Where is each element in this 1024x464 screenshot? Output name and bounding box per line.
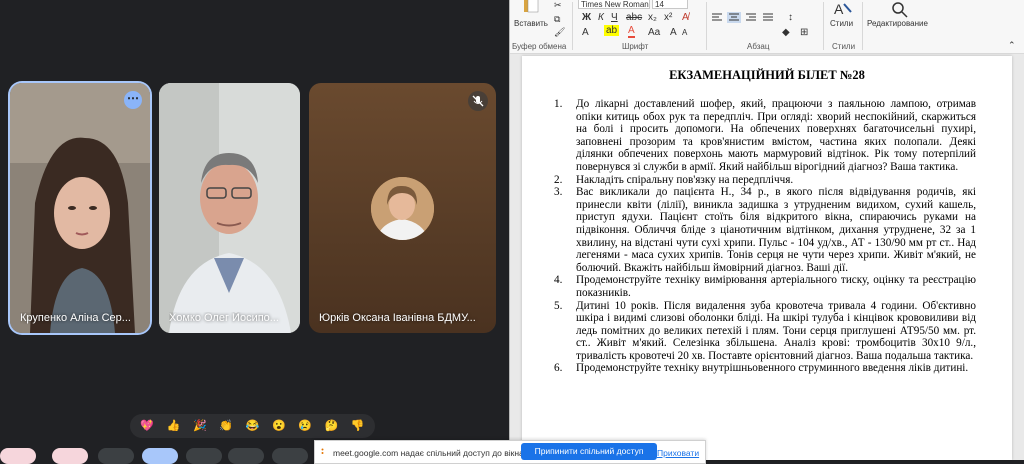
italic-icon[interactable]: К	[598, 12, 604, 23]
item-number: 6.	[554, 362, 563, 375]
share-status-text: meet.google.com надає спільний доступ до…	[333, 448, 527, 458]
participant-name: Хомко Олег Йосипо...	[169, 312, 279, 324]
styles-group-label: Стили	[832, 42, 856, 51]
participant-video	[10, 83, 150, 333]
reactions-bar: 💖 👍 🎉 👏 😂 😮 😢 🤔 👎	[130, 414, 375, 438]
highlight-icon[interactable]: ab	[604, 25, 620, 36]
reaction-laugh-icon[interactable]: 😂	[244, 418, 260, 434]
reaction-thumbs-down-icon[interactable]: 👎	[350, 418, 366, 434]
question-item: 6. Продемонструйте техніку внутрішньовенн…	[554, 362, 976, 375]
reaction-sad-icon[interactable]: 😢	[297, 418, 313, 434]
separator	[823, 2, 824, 50]
document-area: ЕКЗАМЕНАЦІЙНИЙ БІЛЕТ №28 1. До лікарні до…	[510, 54, 1024, 460]
question-list: 1. До лікарні доставлений шофер, який, пр…	[554, 98, 976, 375]
control-button[interactable]	[272, 448, 308, 464]
control-button[interactable]	[98, 448, 134, 464]
item-text: Вас викликали до пацієнта Н., 34 р., в я…	[576, 186, 976, 274]
stop-sharing-button[interactable]: Припинити спільний доступ	[521, 443, 657, 460]
line-spacing-icon[interactable]: ↕	[788, 12, 793, 23]
font-group-label: Шрифт	[622, 42, 649, 51]
clear-format-icon[interactable]: A̸	[682, 12, 689, 23]
font-name-field[interactable]: Times New Roman	[578, 0, 650, 9]
format-painter-icon[interactable]: 🖌	[554, 27, 565, 38]
svg-text:A: A	[834, 1, 844, 17]
mic-muted-icon	[468, 91, 488, 111]
styles-button[interactable]: Стили	[830, 19, 853, 28]
participant-tile[interactable]: Хомко Олег Йосипо...	[159, 83, 300, 333]
strikethrough-icon[interactable]: abc	[626, 12, 642, 23]
reaction-clap-icon[interactable]: 👏	[218, 418, 234, 434]
meet-panel: ⋯ Крупенко Аліна Сер... Хомко Олег Йосип…	[0, 0, 509, 464]
hide-button[interactable]: Приховати	[657, 448, 699, 458]
control-button[interactable]	[52, 448, 88, 464]
reaction-heart-icon[interactable]: 💖	[139, 418, 155, 434]
clipboard-group-label: Буфер обмена	[512, 42, 567, 51]
font-size-field[interactable]: 14	[652, 0, 688, 9]
separator	[862, 2, 863, 50]
change-case-icon[interactable]: Aa	[648, 27, 660, 38]
item-number: 5.	[554, 299, 563, 312]
item-text: До лікарні доставлений шофер, який, прац…	[576, 98, 976, 173]
item-number: 4.	[554, 274, 563, 287]
participant-tile[interactable]: Юрків Оксана Іванівна БДМУ...	[309, 83, 496, 333]
find-icon[interactable]	[890, 0, 910, 18]
subscript-icon[interactable]: x₂	[648, 12, 657, 23]
avatar	[371, 177, 434, 240]
copy-icon[interactable]: ⧉	[554, 14, 560, 25]
paste-button[interactable]: Вставить	[514, 19, 548, 28]
control-button[interactable]	[228, 448, 264, 464]
document-page[interactable]: ЕКЗАМЕНАЦІЙНИЙ БІЛЕТ №28 1. До лікарні до…	[522, 56, 1012, 460]
word-window: Вставить ✂ ⧉ 🖌 Буфер обмена Times New Ro…	[509, 0, 1024, 460]
screen-share-bar: meet.google.com надає спільний доступ до…	[314, 440, 706, 464]
reaction-party-icon[interactable]: 🎉	[192, 418, 208, 434]
document-title: ЕКЗАМЕНАЦІЙНИЙ БІЛЕТ №28	[669, 68, 865, 82]
question-item: 1. До лікарні доставлений шофер, який, пр…	[554, 98, 976, 174]
shrink-font-icon[interactable]: A	[682, 28, 687, 37]
separator	[706, 2, 707, 50]
item-number: 1.	[554, 98, 563, 110]
item-text: Продемонструйте техніку вимірювання арте…	[576, 274, 976, 299]
reaction-thinking-icon[interactable]: 🤔	[323, 418, 339, 434]
collapse-ribbon-icon[interactable]: ⌃	[1008, 40, 1016, 51]
reaction-thumbs-up-icon[interactable]: 👍	[165, 418, 181, 434]
item-number: 3.	[554, 186, 563, 199]
participant-name: Юрків Оксана Іванівна БДМУ...	[319, 312, 476, 324]
drag-handle-icon[interactable]	[321, 448, 324, 456]
control-button[interactable]	[186, 448, 222, 464]
question-item: 2. Накладіть спіральну пов'язку на передп…	[554, 174, 976, 187]
underline-icon[interactable]: Ч	[611, 12, 618, 23]
more-options-button[interactable]: ⋯	[124, 91, 142, 109]
item-text: Дитині 10 років. Після видалення зуба кр…	[576, 299, 976, 362]
editing-button[interactable]: Редактирование	[867, 19, 928, 28]
participant-tile[interactable]: ⋯ Крупенко Аліна Сер...	[10, 83, 150, 333]
control-button[interactable]	[142, 448, 178, 464]
borders-icon[interactable]: ⊞	[800, 27, 808, 38]
alignment-icons[interactable]	[710, 12, 820, 24]
font-color-icon[interactable]: A	[628, 26, 635, 38]
item-text: Продемонструйте техніку внутрішньовенног…	[576, 362, 969, 375]
paste-icon[interactable]	[520, 0, 542, 14]
cut-icon[interactable]: ✂	[554, 0, 562, 11]
participant-name: Крупенко Аліна Сер...	[20, 312, 131, 324]
superscript-icon[interactable]: x²	[664, 12, 672, 23]
bold-icon[interactable]: Ж	[582, 12, 591, 23]
question-item: 4. Продемонструйте техніку вимірювання ар…	[554, 274, 976, 299]
reaction-surprised-icon[interactable]: 😮	[271, 418, 287, 434]
styles-icon[interactable]: A	[832, 0, 852, 18]
participant-video	[159, 83, 300, 333]
control-button[interactable]	[0, 448, 36, 464]
question-item: 3. Вас викликали до пацієнта Н., 34 р., в…	[554, 186, 976, 274]
item-text: Накладіть спіральну пов'язку на передплі…	[576, 173, 794, 186]
text-effects-icon[interactable]: A	[582, 27, 589, 38]
grow-font-icon[interactable]: A	[670, 27, 677, 38]
question-item: 5. Дитині 10 років. Після видалення зуба …	[554, 300, 976, 363]
ribbon: Вставить ✂ ⧉ 🖌 Буфер обмена Times New Ro…	[510, 0, 1024, 54]
separator	[572, 2, 573, 50]
paragraph-group-label: Абзац	[747, 42, 770, 51]
shading-icon[interactable]: ◆	[782, 27, 790, 38]
item-number: 2.	[554, 173, 563, 186]
